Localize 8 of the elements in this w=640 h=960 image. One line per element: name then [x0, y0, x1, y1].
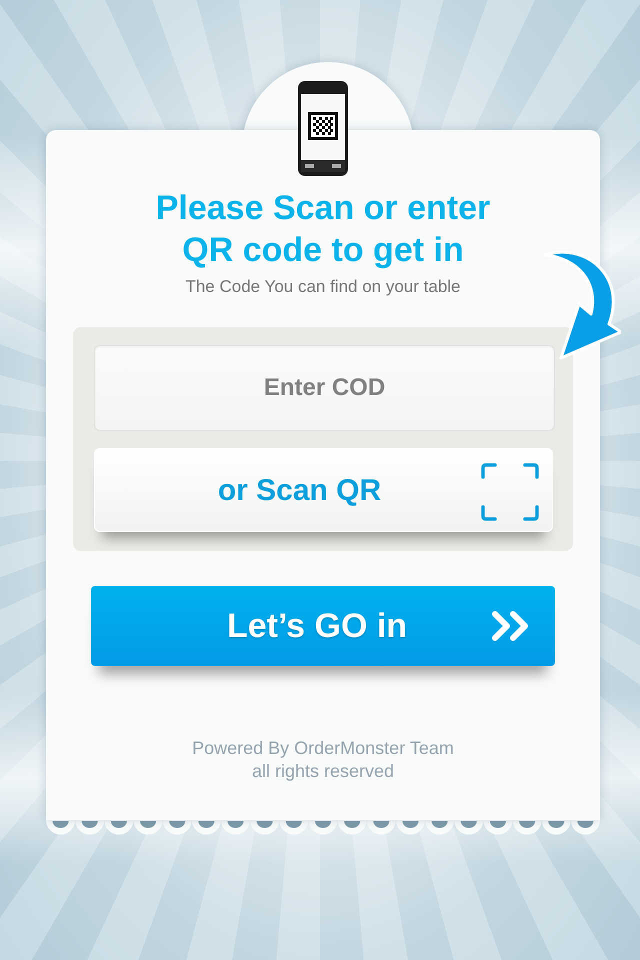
heading: Please Scan or enter QR code to get in — [154, 188, 492, 271]
footer-text: Powered By OrderMonster Team — [192, 737, 454, 760]
footer-text: all rights reserved — [252, 760, 394, 783]
go-in-button[interactable]: Let’s GO in — [91, 586, 555, 666]
subtitle: The Code You can find on your table — [185, 277, 461, 297]
code-input-field[interactable]: Enter COD — [94, 345, 555, 431]
scan-frame-icon — [481, 463, 539, 521]
scan-qr-button[interactable]: or Scan QR — [94, 448, 553, 532]
